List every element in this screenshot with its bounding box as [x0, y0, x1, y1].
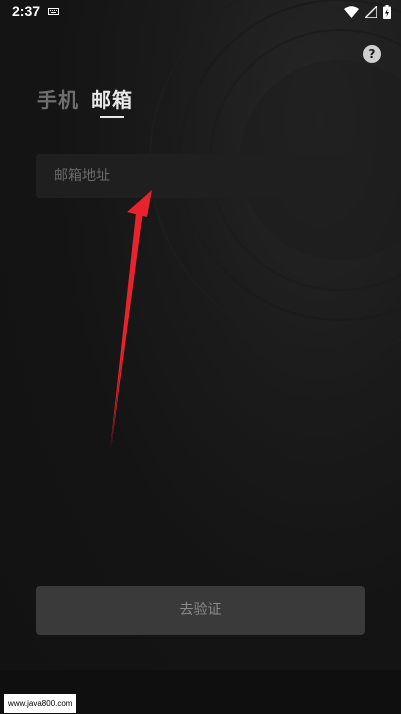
help-icon[interactable]: ?: [363, 45, 381, 63]
watermark: www.java800.com: [4, 694, 77, 713]
status-bar: 2:37: [0, 0, 401, 24]
wifi-icon: [344, 6, 359, 18]
email-input[interactable]: [36, 154, 365, 198]
tab-phone[interactable]: 手机: [37, 84, 79, 113]
status-icons: [344, 4, 391, 20]
active-tab-indicator: [100, 116, 124, 118]
verify-button[interactable]: 去验证: [36, 586, 365, 635]
signal-icon: [365, 6, 377, 18]
status-time: 2:37: [12, 3, 41, 19]
battery-charging-icon: [383, 5, 391, 19]
login-screen: 2:37 ? 手机 邮箱 邮箱地址 去验证 www.java800.com: [0, 0, 401, 714]
email-field[interactable]: [36, 154, 365, 198]
keyboard-icon: [48, 8, 59, 15]
tab-email[interactable]: 邮箱: [91, 84, 133, 113]
